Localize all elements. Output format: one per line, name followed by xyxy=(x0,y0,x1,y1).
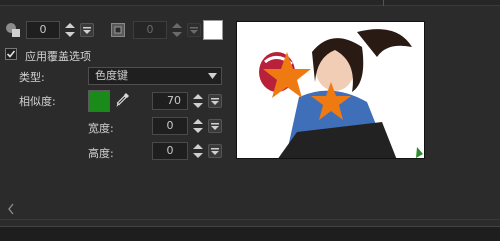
frame-size-input: 0 xyxy=(133,21,167,39)
layers-icon[interactable] xyxy=(5,22,21,41)
opacity-dropdown-button[interactable] xyxy=(80,23,94,37)
height-spinner[interactable] xyxy=(191,142,205,160)
apply-overlay-checkbox[interactable] xyxy=(5,48,17,60)
similarity-spinner[interactable] xyxy=(191,92,205,110)
frame-color-swatch[interactable] xyxy=(203,20,223,40)
similarity-input[interactable]: 70 xyxy=(152,92,188,110)
preview-image xyxy=(236,21,425,159)
width-dropdown-button[interactable] xyxy=(208,119,222,133)
frame-size-spinner xyxy=(170,21,184,39)
eyedropper-icon[interactable] xyxy=(115,91,131,112)
bottom-divider xyxy=(0,219,500,220)
width-spinner[interactable] xyxy=(191,117,205,135)
frame-icon[interactable] xyxy=(111,23,125,40)
type-label: 类型: xyxy=(19,71,45,84)
top-border xyxy=(0,0,500,6)
horizontal-scrollbar[interactable] xyxy=(0,226,500,241)
width-input[interactable]: 0 xyxy=(152,117,188,135)
height-dropdown-button[interactable] xyxy=(208,144,222,158)
chevron-left-icon[interactable] xyxy=(7,203,15,218)
opacity-spinner[interactable] xyxy=(63,21,77,39)
chevron-down-icon xyxy=(208,73,217,79)
similarity-label: 相似度: xyxy=(19,95,56,108)
key-color-swatch[interactable] xyxy=(88,90,110,112)
height-input[interactable]: 0 xyxy=(152,142,188,160)
type-select-value: 色度键 xyxy=(95,69,128,82)
height-label: 高度: xyxy=(88,147,114,160)
top-divider xyxy=(383,0,384,6)
similarity-dropdown-button[interactable] xyxy=(208,94,222,108)
opacity-input[interactable]: 0 xyxy=(26,21,60,39)
apply-overlay-label: 应用覆盖选项 xyxy=(25,50,91,63)
type-select[interactable]: 色度键 xyxy=(88,67,222,85)
frame-size-dropdown-button xyxy=(187,23,201,37)
width-label: 宽度: xyxy=(88,122,114,135)
